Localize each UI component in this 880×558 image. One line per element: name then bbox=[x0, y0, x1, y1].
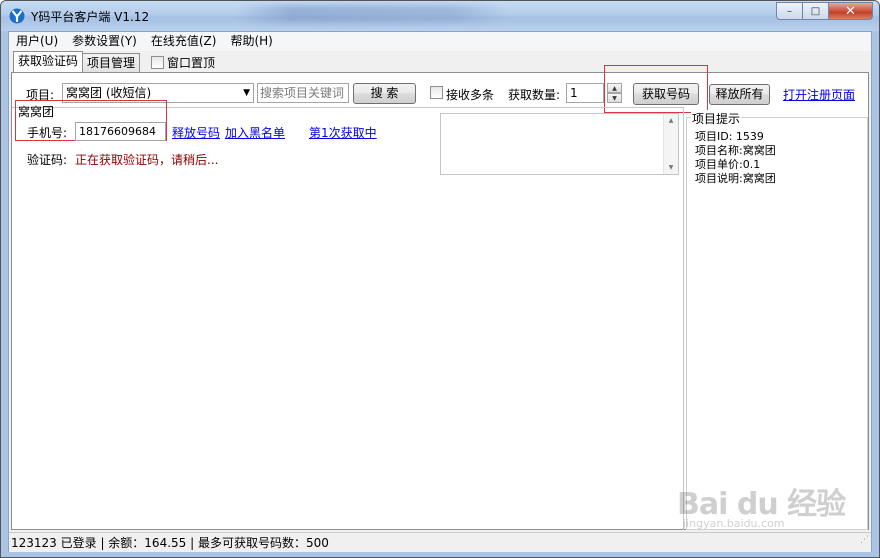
phone-number-field[interactable]: 18176609684 bbox=[75, 122, 166, 141]
project-search-input[interactable]: 搜索项目关键词 bbox=[257, 83, 349, 103]
code-status-text: 正在获取验证码，请稍后... bbox=[75, 153, 219, 167]
window-title: Y码平台客户端 V1.12 bbox=[31, 10, 150, 24]
get-code-panel: 项目: 窝窝团 (收短信) ▼ 搜索项目关键词 搜 索 接收多条 获取数量: 1… bbox=[11, 65, 869, 530]
menu-user[interactable]: 用户(U) bbox=[9, 32, 65, 51]
menu-bar: 用户(U) 参数设置(Y) 在线充值(Z) 帮助(H) bbox=[9, 32, 871, 51]
phone-label: 手机号: bbox=[27, 126, 68, 140]
multi-receive-checkbox[interactable] bbox=[430, 86, 443, 99]
menu-recharge[interactable]: 在线充值(Z) bbox=[144, 32, 224, 51]
multi-receive-label: 接收多条 bbox=[446, 88, 495, 102]
project-hint-panel: 项目提示 项目ID: 1539 项目名称:窝窝团 项目单价:0.1 项目说明:窝… bbox=[686, 107, 868, 530]
tab-strip: 获取验证码 项目管理 窗口置顶 bbox=[13, 51, 215, 72]
sms-scrollbar[interactable]: ▲ ▼ bbox=[663, 114, 678, 174]
menu-help[interactable]: 帮助(H) bbox=[223, 32, 279, 51]
count-label: 获取数量: bbox=[508, 88, 561, 102]
hint-project-desc: 项目说明:窝窝团 bbox=[695, 172, 776, 185]
fetch-status-link[interactable]: 第1次获取中 bbox=[309, 124, 377, 141]
project-hint-title: 项目提示 bbox=[691, 110, 742, 127]
code-label: 验证码: bbox=[27, 153, 68, 167]
tab-get-code[interactable]: 获取验证码 bbox=[13, 51, 84, 72]
menu-settings[interactable]: 参数设置(Y) bbox=[65, 32, 144, 51]
close-button[interactable]: ✕ bbox=[829, 2, 873, 20]
open-register-page-link[interactable]: 打开注册页面 bbox=[783, 86, 855, 103]
scroll-down-icon[interactable]: ▼ bbox=[669, 164, 674, 171]
scroll-up-icon[interactable]: ▲ bbox=[669, 117, 674, 124]
pin-window-toggle[interactable]: 窗口置顶 bbox=[151, 53, 215, 72]
project-hint-group: 项目提示 项目ID: 1539 项目名称:窝窝团 项目单价:0.1 项目说明:窝… bbox=[686, 110, 868, 530]
app-window: Y码平台客户端 V1.12 – □ ✕ 用户(U) 参数设置(Y) 在线充值(Z… bbox=[0, 0, 880, 558]
title-bar[interactable]: Y码平台客户端 V1.12 – □ ✕ bbox=[1, 1, 879, 31]
project-select-value: 窝窝团 (收短信) bbox=[66, 86, 152, 100]
hint-project-price: 项目单价:0.1 bbox=[695, 158, 761, 171]
release-all-button[interactable]: 释放所有 bbox=[709, 84, 770, 105]
entry-project-name: 窝窝团 bbox=[18, 105, 55, 119]
tab-project-manage[interactable]: 项目管理 bbox=[82, 53, 141, 72]
pin-window-checkbox[interactable] bbox=[151, 56, 165, 69]
search-button[interactable]: 搜 索 bbox=[353, 83, 416, 104]
highlight-box-get-number bbox=[604, 65, 708, 113]
blurred-region bbox=[237, 5, 507, 23]
watermark-url: jingyan.baidu.com bbox=[683, 517, 785, 530]
add-blacklist-link[interactable]: 加入黑名单 bbox=[225, 124, 285, 141]
release-number-link[interactable]: 释放号码 bbox=[172, 124, 220, 141]
resize-grip-icon[interactable]: ⋰ bbox=[860, 530, 869, 550]
app-logo-icon bbox=[9, 8, 25, 24]
watermark: Bai du 经验 jingyan.baidu.com bbox=[673, 479, 853, 539]
count-input[interactable]: 1 bbox=[566, 83, 604, 103]
hint-project-name: 项目名称:窝窝团 bbox=[695, 144, 776, 157]
minimize-button[interactable]: – bbox=[776, 2, 803, 20]
pin-window-label: 窗口置顶 bbox=[167, 56, 216, 70]
sms-content-box[interactable]: ▲ ▼ bbox=[440, 113, 679, 175]
client-area: 用户(U) 参数设置(Y) 在线充值(Z) 帮助(H) 获取验证码 项目管理 窗… bbox=[8, 31, 872, 552]
window-controls: – □ ✕ bbox=[776, 2, 873, 20]
hint-project-id: 项目ID: 1539 bbox=[695, 130, 764, 143]
maximize-button[interactable]: □ bbox=[803, 2, 829, 20]
dropdown-arrow-icon[interactable]: ▼ bbox=[243, 84, 250, 102]
status-text: 123123 已登录 | 余额：164.55 | 最多可获取号码数：500 bbox=[11, 536, 329, 550]
project-hint-lines: 项目ID: 1539 项目名称:窝窝团 项目单价:0.1 项目说明:窝窝团 bbox=[695, 130, 776, 186]
number-entries-area: 窝窝团 手机号: 18176609684 释放号码 加入黑名单 第1次获取中 验… bbox=[12, 100, 684, 530]
